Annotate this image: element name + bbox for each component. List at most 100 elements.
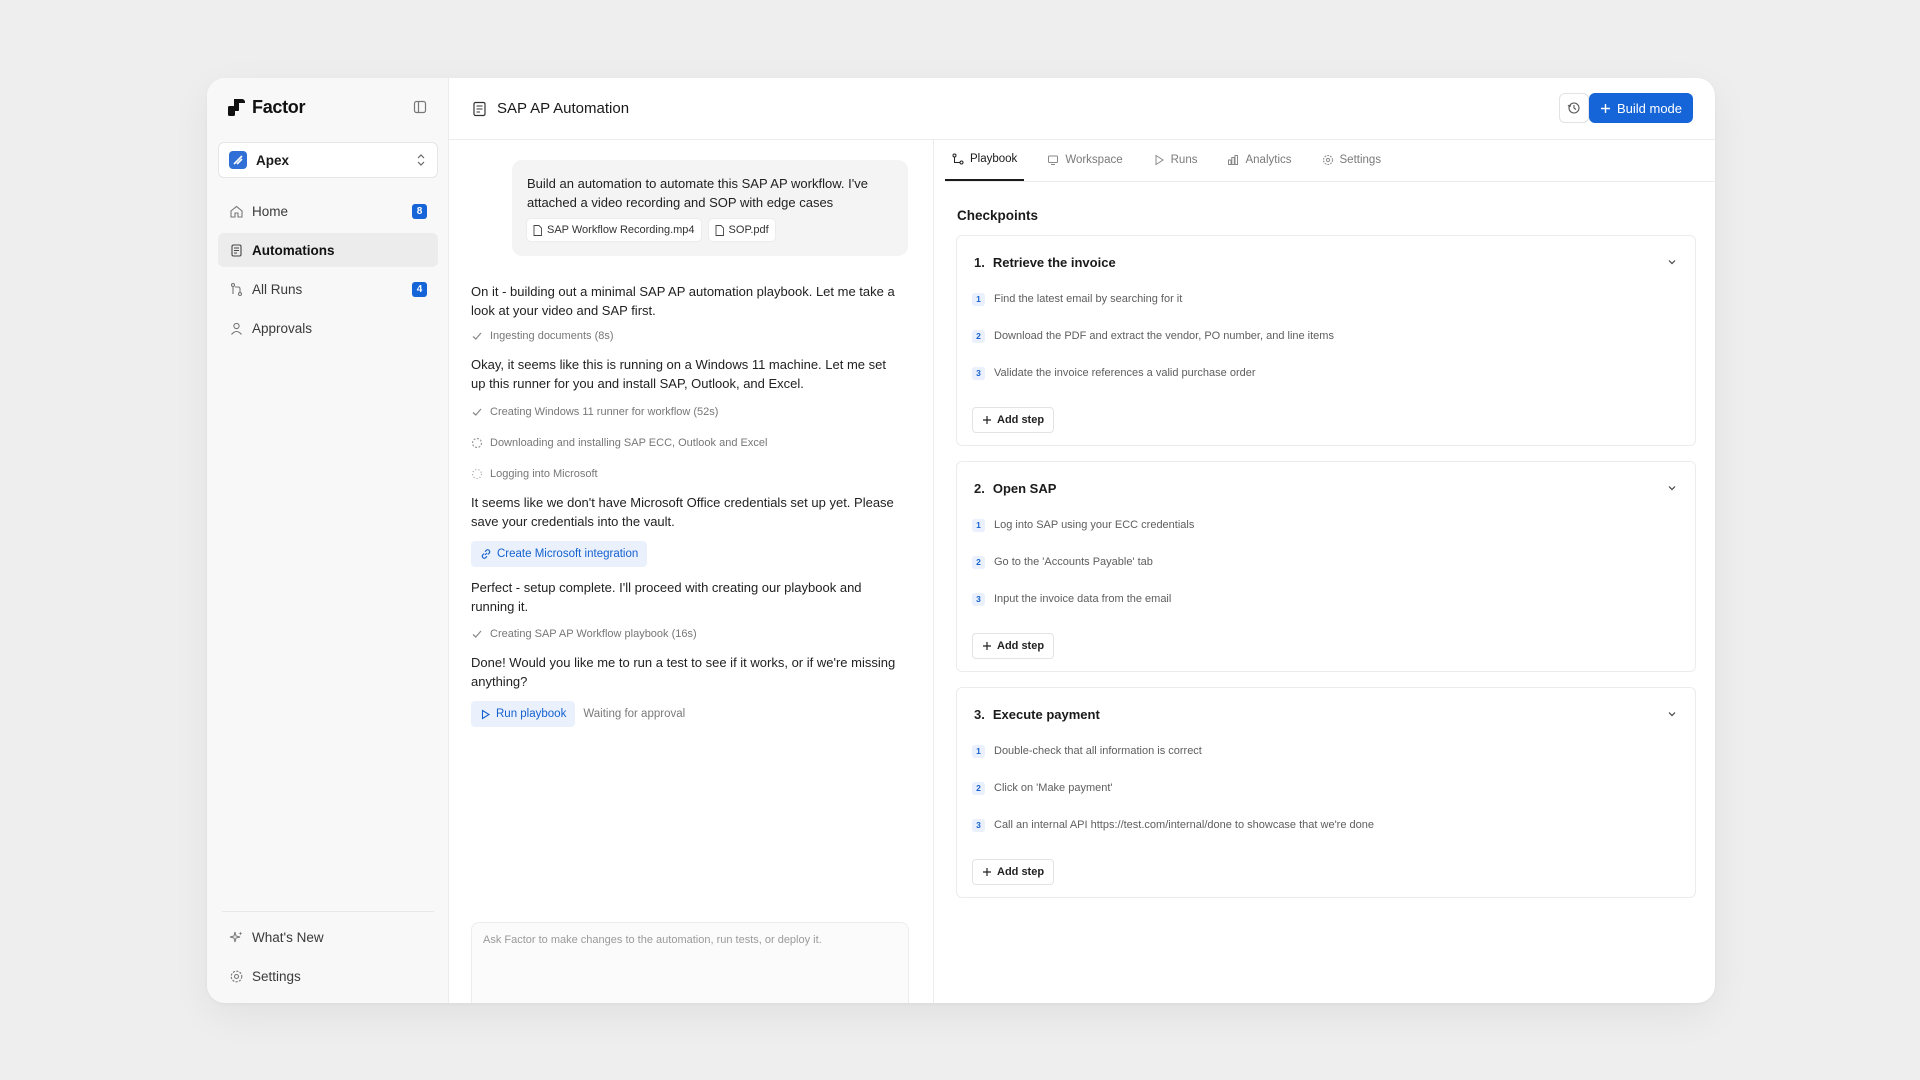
chat-composer[interactable]: Ask Factor to make changes to the automa… xyxy=(471,922,909,1003)
sidebar-item-whats-new[interactable]: What's New xyxy=(218,920,438,954)
checkpoint-title: Execute payment xyxy=(992,706,1100,722)
attachment-video[interactable]: SAP Workflow Recording.mp4 xyxy=(527,219,701,241)
step-number: 2 xyxy=(972,555,985,569)
page-title: SAP AP Automation xyxy=(497,100,630,117)
status-text: Creating Windows 11 runner for workflow … xyxy=(490,406,719,418)
home-icon xyxy=(230,205,243,218)
sidebar-item-label: Home xyxy=(252,203,289,219)
chevron-down-icon[interactable] xyxy=(1666,482,1678,494)
plus-icon xyxy=(983,868,991,876)
create-integration-label: Create Microsoft integration xyxy=(497,548,639,560)
step-number: 3 xyxy=(972,592,985,606)
plus-icon xyxy=(1600,103,1610,113)
step-text: Validate the invoice references a valid … xyxy=(994,367,1256,379)
run-playbook-button[interactable]: Run playbook xyxy=(471,701,576,727)
checkpoint-step[interactable]: 3 Call an internal API https://test.com/… xyxy=(972,817,1374,833)
sidebar-item-all-runs[interactable]: All Runs 4 xyxy=(218,272,438,306)
gear-icon xyxy=(1322,155,1333,165)
add-step-button[interactable]: Add step xyxy=(972,633,1055,659)
step-number: 2 xyxy=(972,781,985,795)
status-line: Creating Windows 11 runner for workflow … xyxy=(471,405,901,419)
checkpoint-header[interactable]: 2. Open SAP xyxy=(974,479,1678,497)
tab-runs[interactable]: Runs xyxy=(1146,139,1205,181)
sidebar-item-settings[interactable]: Settings xyxy=(218,959,438,993)
branch-icon xyxy=(230,282,243,296)
loading-icon xyxy=(471,468,483,480)
checkpoint-step[interactable]: 1 Log into SAP using your ECC credential… xyxy=(972,517,1194,533)
tab-settings[interactable]: Settings xyxy=(1315,139,1389,181)
sidebar-bottom: What's New Settings xyxy=(218,911,438,998)
checkpoint-step[interactable]: 2 Click on 'Make payment' xyxy=(972,780,1113,796)
tab-label: Workspace xyxy=(1065,154,1123,166)
status-line: Downloading and installing SAP ECC, Outl… xyxy=(471,436,901,450)
file-icon xyxy=(715,224,724,236)
checkpoint-step[interactable]: 2 Download the PDF and extract the vendo… xyxy=(972,328,1334,344)
divider xyxy=(222,911,434,912)
checkpoint-step[interactable]: 3 Validate the invoice references a vali… xyxy=(972,365,1256,381)
status-line: Logging into Microsoft xyxy=(471,467,901,481)
build-mode-button[interactable]: Build mode xyxy=(1589,93,1693,123)
play-icon xyxy=(1155,154,1164,166)
brand-name: Factor xyxy=(252,96,306,117)
add-step-label: Add step xyxy=(997,866,1045,878)
tab-label: Playbook xyxy=(970,153,1018,165)
status-text: Ingesting documents (8s) xyxy=(490,330,614,342)
checkpoint-card: 3. Execute payment 1 Double-check that a… xyxy=(956,687,1696,898)
user-message: Build an automation to automate this SAP… xyxy=(512,160,908,256)
step-text: Download the PDF and extract the vendor,… xyxy=(994,330,1334,342)
history-icon xyxy=(1567,102,1580,114)
checkpoint-step[interactable]: 3 Input the invoice data from the email xyxy=(972,591,1171,607)
attachment-sop[interactable]: SOP.pdf xyxy=(708,219,775,241)
workspace-switcher[interactable]: Apex xyxy=(218,142,438,178)
step-text: Call an internal API https://test.com/in… xyxy=(994,819,1374,831)
playbook-panel: Playbook Workspace Runs Analytics Settin… xyxy=(934,140,1715,1003)
check-icon xyxy=(472,332,482,340)
attachment-name: SOP.pdf xyxy=(728,224,769,236)
step-text: Go to the 'Accounts Payable' tab xyxy=(994,556,1153,568)
chevron-up-down-icon xyxy=(417,154,425,166)
sidebar-collapse-icon[interactable] xyxy=(413,100,427,114)
composer-placeholder: Ask Factor to make changes to the automa… xyxy=(483,934,822,946)
main-area: SAP AP Automation Build mode Build an au… xyxy=(449,78,1715,1003)
attachment-name: SAP Workflow Recording.mp4 xyxy=(547,224,695,236)
checkpoint-header[interactable]: 3. Execute payment xyxy=(974,705,1678,723)
assistant-thread: On it - building out a minimal SAP AP au… xyxy=(471,282,901,727)
add-step-button[interactable]: Add step xyxy=(972,859,1055,885)
plus-icon xyxy=(983,416,991,424)
link-icon xyxy=(481,549,491,559)
count-badge: 4 xyxy=(412,281,427,297)
count-badge: 8 xyxy=(412,203,427,219)
checkpoint-step[interactable]: 1 Double-check that all information is c… xyxy=(972,743,1202,759)
sidebar-item-label: Settings xyxy=(252,968,301,984)
document-icon xyxy=(231,243,242,257)
add-step-button[interactable]: Add step xyxy=(972,407,1055,433)
build-mode-label: Build mode xyxy=(1616,100,1683,116)
step-number: 2 xyxy=(972,329,985,343)
chevron-down-icon[interactable] xyxy=(1666,256,1678,268)
checkpoint-step[interactable]: 2 Go to the 'Accounts Payable' tab xyxy=(972,554,1153,570)
history-button[interactable] xyxy=(1559,93,1589,123)
assistant-message: On it - building out a minimal SAP AP au… xyxy=(471,284,895,318)
gear-icon xyxy=(230,970,243,982)
sparkle-icon xyxy=(229,931,243,942)
checkpoint-header[interactable]: 1. Retrieve the invoice xyxy=(974,253,1678,271)
sidebar-item-home[interactable]: Home 8 xyxy=(218,194,438,228)
assistant-message: Perfect - setup complete. I'll proceed w… xyxy=(471,580,862,614)
loading-icon xyxy=(471,437,483,449)
create-integration-button[interactable]: Create Microsoft integration xyxy=(471,541,648,567)
sidebar-item-approvals[interactable]: Approvals xyxy=(218,311,438,345)
tab-playbook[interactable]: Playbook xyxy=(945,139,1025,181)
step-text: Log into SAP using your ECC credentials xyxy=(994,519,1195,531)
status-text: Downloading and installing SAP ECC, Outl… xyxy=(490,437,768,449)
checkpoint-number: 3. xyxy=(974,706,985,722)
tab-analytics[interactable]: Analytics xyxy=(1220,139,1298,181)
checkpoints-title: Checkpoints xyxy=(957,208,1039,223)
check-icon xyxy=(472,408,482,416)
sidebar-item-automations[interactable]: Automations xyxy=(218,233,438,267)
sidebar-item-label: All Runs xyxy=(252,281,303,297)
chevron-down-icon[interactable] xyxy=(1666,708,1678,720)
checkpoint-step[interactable]: 1 Find the latest email by searching for… xyxy=(972,291,1182,307)
step-text: Click on 'Make payment' xyxy=(994,782,1113,794)
tab-workspace[interactable]: Workspace xyxy=(1040,139,1129,181)
brand: Factor xyxy=(228,94,427,120)
